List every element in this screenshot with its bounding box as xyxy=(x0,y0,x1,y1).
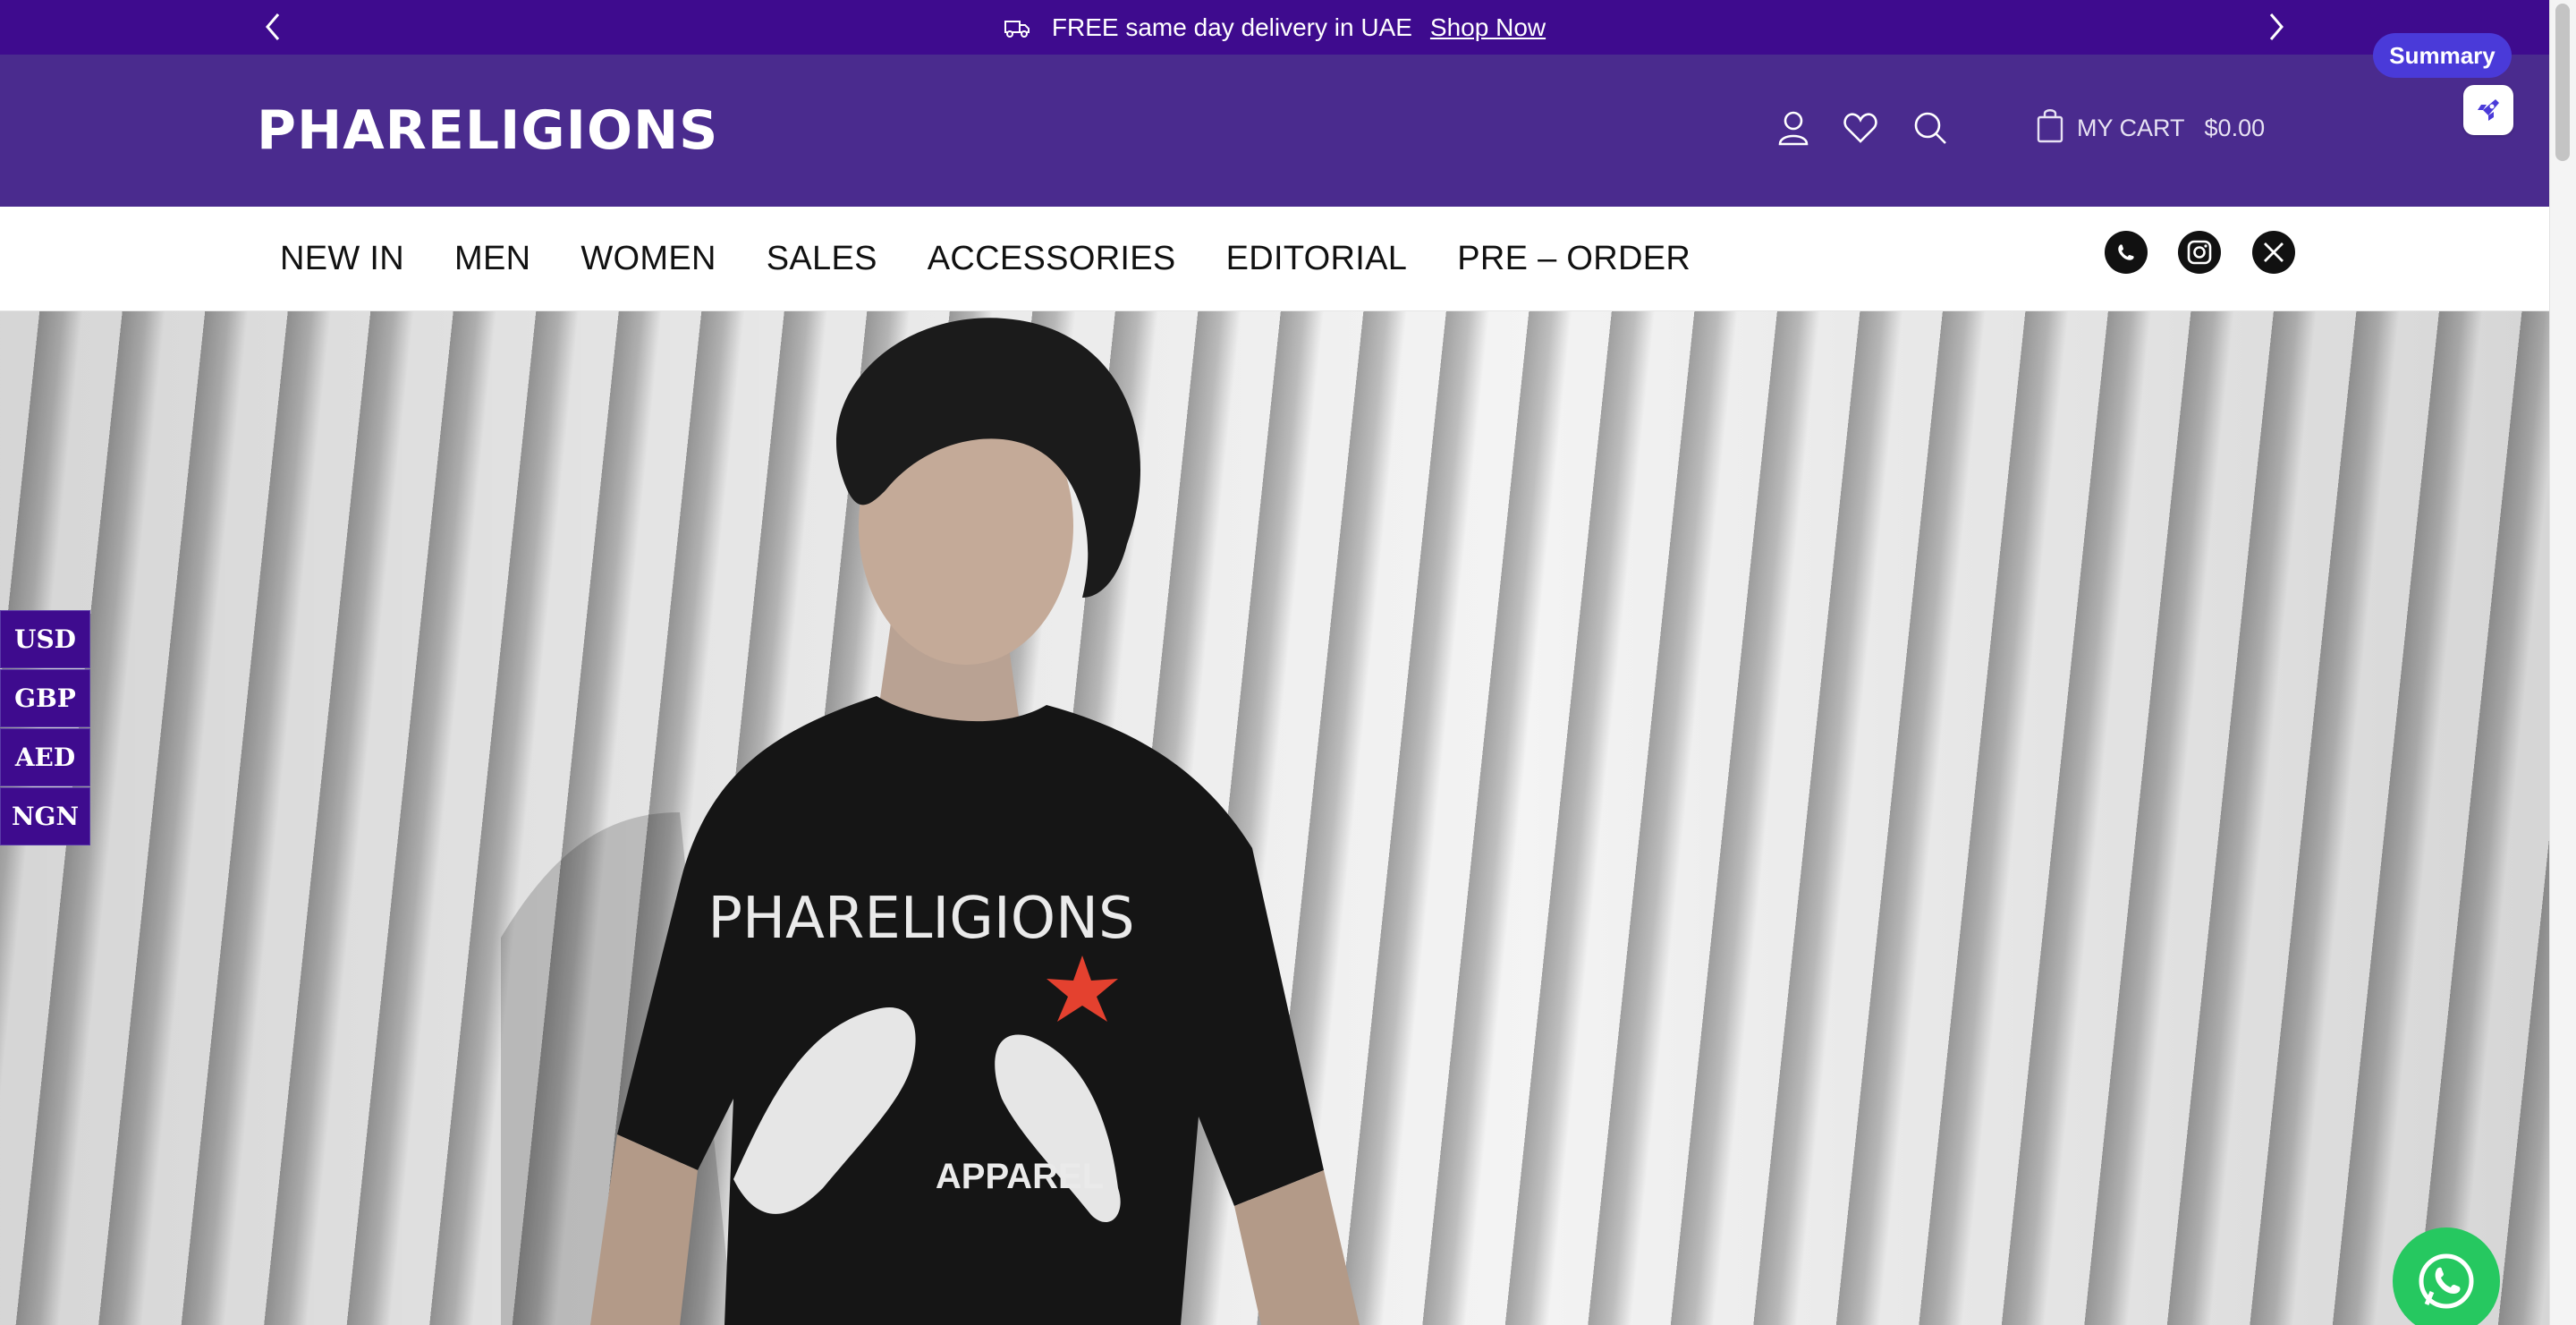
main-nav: NEW IN MEN WOMEN SALES ACCESSORIES EDITO… xyxy=(0,207,2549,311)
search-icon[interactable] xyxy=(1911,108,1950,148)
cart-amount: $0.00 xyxy=(2204,114,2266,141)
shop-now-link[interactable]: Shop Now xyxy=(1430,13,1546,42)
summary-button[interactable]: Summary xyxy=(2373,33,2512,78)
nav-item-pre-order[interactable]: PRE – ORDER xyxy=(1457,240,1690,278)
announcement-bar: FREE same day delivery in UAE Shop Now xyxy=(0,0,2549,55)
shirt-print-bottom: APPAREL xyxy=(936,1157,1104,1196)
truck-icon xyxy=(1004,18,1030,38)
user-icon[interactable] xyxy=(1774,108,1813,148)
whatsapp-chat-button[interactable] xyxy=(2393,1227,2500,1325)
chevron-right-icon[interactable] xyxy=(2258,9,2294,45)
hero-banner[interactable]: PHARELIGIONS APPAREL xyxy=(0,311,2549,1325)
whatsapp-icon xyxy=(2419,1253,2474,1309)
currency-switcher: USD GBP AED NGN xyxy=(0,610,90,846)
announcement-message: FREE same day delivery in UAE Shop Now xyxy=(0,0,2549,55)
nav-item-editorial[interactable]: EDITORIAL xyxy=(1226,240,1408,278)
site-logo[interactable]: PHARELIGIONS xyxy=(257,99,718,162)
rocket-icon[interactable] xyxy=(2463,85,2513,135)
page-scrollbar-thumb[interactable] xyxy=(2555,4,2570,161)
currency-usd[interactable]: USD xyxy=(0,610,90,668)
cart-label: MY CART xyxy=(2077,114,2185,141)
site-header: PHARELIGIONS MY CART $0.00 xyxy=(0,55,2549,207)
currency-aed[interactable]: AED xyxy=(0,728,90,786)
whatsapp-icon[interactable] xyxy=(2105,231,2148,274)
cart-button[interactable]: MY CART $0.00 xyxy=(2036,108,2265,148)
nav-item-accessories[interactable]: ACCESSORIES xyxy=(928,240,1176,278)
nav-item-sales[interactable]: SALES xyxy=(767,240,877,278)
model-photo: PHARELIGIONS APPAREL xyxy=(501,318,1360,1325)
instagram-icon[interactable] xyxy=(2178,231,2221,274)
shirt-print-top: PHARELIGIONS xyxy=(708,886,1134,952)
page-scrollbar-track xyxy=(2549,0,2576,1325)
currency-ngn[interactable]: NGN xyxy=(0,787,90,845)
nav-item-new-in[interactable]: NEW IN xyxy=(280,240,404,278)
announcement-text: FREE same day delivery in UAE xyxy=(1051,13,1412,41)
shopping-bag-icon xyxy=(2036,107,2064,149)
currency-gbp[interactable]: GBP xyxy=(0,669,90,727)
heart-icon[interactable] xyxy=(1841,108,1880,148)
x-icon[interactable] xyxy=(2252,231,2295,274)
nav-item-women[interactable]: WOMEN xyxy=(580,240,716,278)
nav-list: NEW IN MEN WOMEN SALES ACCESSORIES EDITO… xyxy=(280,207,1690,311)
nav-item-men[interactable]: MEN xyxy=(454,240,530,278)
